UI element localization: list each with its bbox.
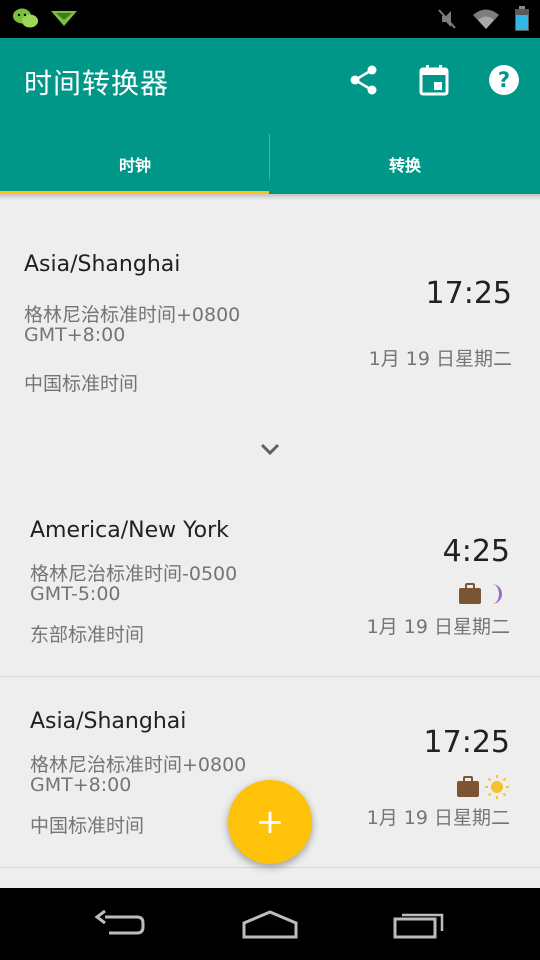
status-bar — [0, 0, 540, 38]
card-offset-text: 格林尼治标准时间-0500 — [30, 563, 238, 585]
chevron-down-icon — [260, 443, 280, 456]
clock-card[interactable]: America/New York 格林尼治标准时间-0500 GMT-5:00 … — [0, 486, 540, 677]
expand-button[interactable] — [258, 440, 282, 458]
briefcase-icon — [457, 776, 479, 797]
home-button[interactable] — [235, 906, 305, 942]
tab-convert-label: 转换 — [388, 156, 421, 175]
app-bar: 时间转换器 ? 时钟 转换 — [0, 38, 540, 194]
card-gmt: GMT-5:00 — [30, 583, 121, 605]
back-button[interactable] — [85, 906, 155, 942]
card-status-icons — [456, 774, 510, 800]
help-button[interactable]: ? — [486, 62, 522, 98]
sun-icon — [485, 775, 509, 799]
briefcase-icon — [459, 583, 481, 604]
wechat-icon — [12, 7, 40, 33]
main-gmt: GMT+8:00 — [24, 324, 126, 346]
main-time: 17:25 — [425, 276, 512, 311]
share-icon — [350, 65, 377, 95]
card-time: 4:25 — [442, 534, 510, 569]
navigation-bar — [0, 888, 540, 960]
card-gmt: GMT+8:00 — [30, 774, 132, 796]
main-offset-text: 格林尼治标准时间+0800 — [24, 304, 241, 326]
main-zone-label: 中国标准时间 — [24, 373, 139, 395]
back-icon — [94, 909, 145, 935]
card-date: 1月 19 日星期二 — [366, 807, 510, 829]
notification-app-icon — [50, 8, 78, 32]
toolbar-actions: ? — [346, 62, 522, 98]
calendar-button[interactable] — [416, 62, 452, 98]
main-clock: Asia/Shanghai 格林尼治标准时间+0800 GMT+8:00 中国标… — [0, 200, 540, 478]
tab-divider — [269, 134, 270, 180]
tab-clock[interactable]: 时钟 — [0, 134, 270, 194]
app-title: 时间转换器 — [24, 67, 170, 100]
battery-icon — [514, 6, 530, 36]
recent-apps-icon — [393, 913, 444, 939]
card-zone-label: 东部标准时间 — [30, 624, 145, 646]
mute-icon — [436, 7, 458, 35]
card-zone-label: 中国标准时间 — [30, 815, 145, 837]
tab-bar: 时钟 转换 — [0, 134, 540, 194]
card-offset-text: 格林尼治标准时间+0800 — [30, 754, 247, 776]
card-zone-name: Asia/Shanghai — [30, 709, 187, 734]
tab-convert[interactable]: 转换 — [270, 134, 540, 194]
plus-icon: + — [255, 802, 285, 842]
help-icon: ? — [489, 65, 519, 95]
recent-apps-button[interactable] — [385, 906, 455, 942]
add-clock-button[interactable]: + — [228, 780, 312, 864]
svg-text:?: ? — [498, 68, 510, 92]
card-date: 1月 19 日星期二 — [366, 616, 510, 638]
home-icon — [242, 910, 298, 939]
main-date: 1月 19 日星期二 — [368, 348, 512, 370]
share-button[interactable] — [346, 62, 382, 98]
card-status-icons — [458, 583, 506, 605]
card-zone-name: America/New York — [30, 518, 229, 543]
moon-icon — [492, 584, 502, 604]
calendar-icon — [419, 65, 449, 96]
tab-clock-label: 时钟 — [118, 156, 151, 175]
wifi-icon — [472, 7, 500, 35]
main-zone-name: Asia/Shanghai — [24, 252, 181, 277]
card-time: 17:25 — [423, 725, 510, 760]
